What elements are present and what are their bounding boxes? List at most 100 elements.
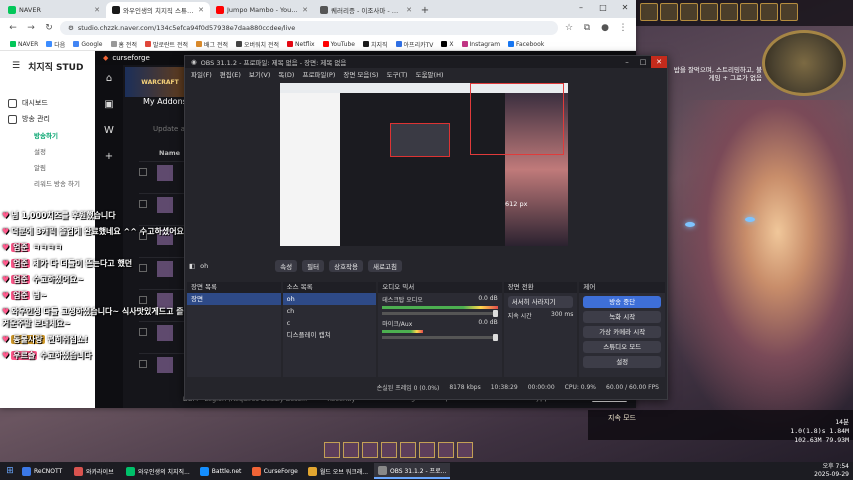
transition-select[interactable]: 서서히 사라지기 [507,296,574,308]
scene-item[interactable]: 장면 [187,293,281,305]
start-recording-button[interactable]: 녹화 시작 [583,311,662,323]
obs-menu-item[interactable]: 편집(E) [220,69,241,79]
checkbox[interactable] [139,200,147,208]
bookmark-item[interactable]: 다음 [46,40,65,49]
virtual-camera-button[interactable]: 가상 카메라 시작 [583,326,662,338]
home-icon[interactable]: ⌂ [95,65,123,91]
action-slot[interactable] [324,442,340,458]
bookmark-item[interactable]: Facebook [508,41,544,48]
nav-broadcast[interactable]: 방송 관리 [8,111,98,127]
subnav-live[interactable]: 방송하기 [8,127,98,143]
clock-date[interactable]: 2025-09-29 [814,471,849,479]
action-slot[interactable] [381,442,397,458]
clock-time[interactable]: 오후 7:54 [814,463,849,471]
source-item[interactable]: ch [283,305,377,317]
action-slot[interactable] [343,442,359,458]
wow-icon[interactable]: W [95,117,123,143]
close-icon[interactable]: ✕ [198,6,204,14]
taskbar-app[interactable]: 와우인생의 치지직... [122,463,194,479]
obs-menu-item[interactable]: 독(D) [278,69,294,79]
source-item[interactable]: oh [282,293,377,305]
name-column-header[interactable]: Name [159,149,180,157]
taskbar-app[interactable]: ReCNOTT [18,463,68,479]
tab-my-addons[interactable]: My Addons [143,97,187,106]
action-slot[interactable] [457,442,473,458]
game-minimap[interactable] [762,30,846,96]
volume-fader[interactable] [382,334,498,341]
subnav-settings[interactable]: 설정 [8,143,98,159]
menu-icon[interactable]: ☰ [12,61,20,71]
profile-icon[interactable]: ● [598,23,612,33]
add-game-icon[interactable]: + [95,143,123,169]
maximize-icon[interactable]: □ [592,0,614,16]
update-all-button[interactable]: Update a [153,125,185,133]
taskbar-app[interactable]: 와카라이브 [70,463,120,479]
address-bar[interactable]: ⚙ studio.chzzk.naver.com/134c5efca94f0d5… [60,21,558,35]
bookmark-item[interactable]: Netflix [287,41,315,48]
action-slot[interactable] [438,442,454,458]
bookmark-item[interactable]: 아프리카TV [395,40,433,49]
bookmark-item[interactable]: 발로란트 전적 [144,40,188,49]
obs-menu-item[interactable]: 프로파일(P) [302,69,335,79]
action-slot[interactable] [400,442,416,458]
taskbar-app[interactable]: CurseForge [248,463,302,479]
browser-tab[interactable]: Jumpo Mambo - YouTube ✕ [210,2,314,18]
bookmark-item[interactable]: NAVER [10,41,38,48]
taskbar-app[interactable]: 월드 오브 워크래... [304,463,372,479]
obs-menu-item[interactable]: 보기(V) [249,69,270,79]
maximize-icon[interactable]: □ [635,56,651,68]
close-icon[interactable]: ✕ [614,0,636,16]
taskbar-app[interactable]: Battle.net [196,463,246,479]
bookmark-star-icon[interactable]: ☆ [562,23,576,33]
stop-stream-button[interactable]: 방송 중단 [583,296,662,308]
bookmark-item[interactable]: YouTube [322,41,355,48]
start-icon[interactable]: ⊞ [4,466,16,476]
extensions-icon[interactable]: ⧉ [580,23,594,33]
bookmark-item[interactable]: 배그 전적 [196,40,228,49]
browser-tab[interactable]: 퀘러리증 - 이조사마 - Warcraft ✕ [314,2,418,18]
close-icon[interactable]: ✕ [651,56,667,68]
properties-button[interactable]: 속성 [275,260,298,272]
reload-icon[interactable]: ↻ [42,23,56,33]
interact-button[interactable]: 상호작용 [329,260,364,272]
source-item[interactable]: 디스플레이 캡쳐 [283,329,377,341]
duration-value[interactable]: 300 ms [551,311,573,320]
checkbox[interactable] [139,168,147,176]
nav-dashboard[interactable]: 대시보드 [8,95,98,111]
subnav-alerts[interactable]: 알림 [8,159,98,175]
bookmark-item[interactable]: 오버워치 전적 [236,40,279,49]
refresh-button[interactable]: 새로고침 [368,260,402,272]
minimize-icon[interactable]: – [619,56,635,68]
obs-menu-item[interactable]: 도구(T) [387,69,408,79]
menu-icon[interactable]: ⋮ [616,23,630,33]
obs-menu-item[interactable]: 파일(F) [191,69,212,79]
action-slot[interactable] [362,442,378,458]
obs-preview[interactable]: 612 px [280,83,568,246]
action-slot[interactable] [419,442,435,458]
close-icon[interactable]: ✕ [302,6,308,14]
bookmark-item[interactable]: 치지직 [362,40,388,49]
obs-menu-item[interactable]: 장면 모음(S) [343,69,378,79]
close-icon[interactable]: ✕ [406,6,412,14]
bookmark-item[interactable]: Google [73,41,103,48]
subnav-reward[interactable]: 리워드 방송 하기 [8,175,98,191]
bookmark-item[interactable]: X [441,41,454,48]
settings-button[interactable]: 설정 [583,356,662,368]
site-info-icon[interactable]: ⚙ [68,24,74,32]
source-item[interactable]: c [283,317,377,329]
minecraft-icon[interactable]: ▣ [95,91,123,117]
filters-button[interactable]: 필터 [302,260,325,272]
obs-menu-item[interactable]: 도움말(H) [416,69,444,79]
minimize-icon[interactable]: – [570,0,592,16]
taskbar-app[interactable]: OBS 31.1.2 - 프로... [374,463,451,479]
volume-fader[interactable] [382,310,498,317]
back-icon[interactable]: ← [6,23,20,33]
browser-tab-active[interactable]: 와우인생의 치지직 스튜디오 ✕ [106,2,210,18]
forward-icon[interactable]: → [24,23,38,33]
studio-mode-button[interactable]: 스튜디오 모드 [583,341,662,353]
close-icon[interactable]: ✕ [94,6,100,14]
browser-tab[interactable]: NAVER ✕ [2,2,106,18]
new-tab-button[interactable]: + [418,4,432,18]
bookmark-item[interactable]: Instagram [461,41,500,48]
bookmark-item[interactable]: 홈 전적 [110,40,137,49]
